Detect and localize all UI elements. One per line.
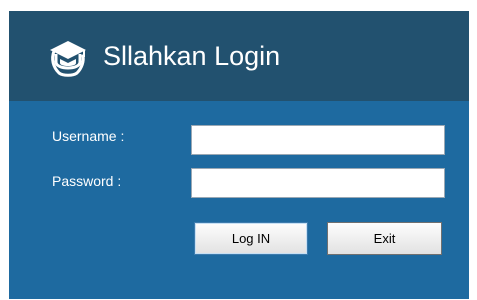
username-input[interactable] (191, 125, 445, 155)
login-header: Sllahkan Login (9, 11, 469, 101)
password-input[interactable] (191, 168, 445, 198)
app-title: Sllahkan Login (103, 41, 281, 71)
password-label: Password : (52, 173, 122, 189)
exit-button[interactable]: Exit (327, 222, 442, 255)
login-button[interactable]: Log IN (194, 222, 308, 255)
graduation-cap-icon (50, 41, 86, 77)
login-window: Sllahkan Login Username : Password : Log… (9, 11, 469, 299)
username-label: Username : (52, 128, 125, 144)
